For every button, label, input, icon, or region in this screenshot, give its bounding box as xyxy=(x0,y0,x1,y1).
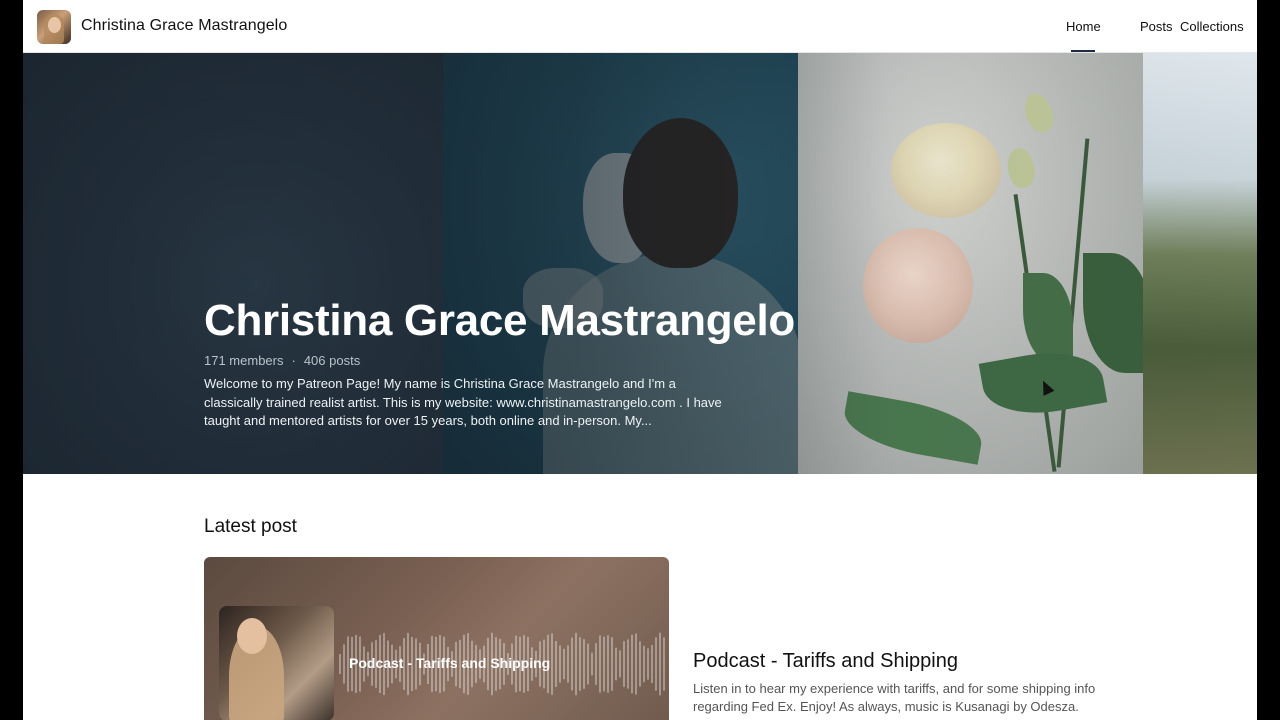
creator-name-link[interactable]: Christina Grace Mastrangelo xyxy=(81,17,287,35)
avatar-face xyxy=(48,17,61,33)
member-count: 171 members xyxy=(204,353,284,368)
media-card-title: Podcast - Tariffs and Shipping xyxy=(349,655,551,671)
podcast-thumbnail xyxy=(219,606,334,720)
hero-banner: Christina Grace Mastrangelo 171 members ·… xyxy=(23,53,1257,474)
nav-tab-collections[interactable]: Collections xyxy=(1180,19,1244,34)
hero-description[interactable]: Welcome to my Patreon Page! My name is C… xyxy=(204,375,724,431)
latest-post-title[interactable]: Podcast - Tariffs and Shipping xyxy=(693,650,958,673)
top-navigation-bar: Christina Grace Mastrangelo Home Posts C… xyxy=(23,0,1257,53)
hero-creator-title: Christina Grace Mastrangelo xyxy=(204,296,795,345)
active-tab-indicator xyxy=(1071,50,1095,52)
patreon-page: Christina Grace Mastrangelo Home Posts C… xyxy=(23,0,1257,720)
latest-post-heading: Latest post xyxy=(204,516,297,537)
hero-stats: 171 members · 406 posts xyxy=(204,353,360,368)
latest-post-media-card[interactable]: Podcast - Tariffs and Shipping xyxy=(204,557,669,720)
nav-tab-posts[interactable]: Posts xyxy=(1140,19,1173,34)
stats-separator: · xyxy=(291,353,296,368)
thumbnail-artist-head xyxy=(237,618,267,654)
creator-avatar[interactable] xyxy=(37,10,71,44)
latest-post-description: Listen in to hear my experience with tar… xyxy=(693,681,1096,714)
post-count[interactable]: 406 posts xyxy=(304,353,360,368)
nav-tab-home[interactable]: Home xyxy=(1066,19,1101,34)
